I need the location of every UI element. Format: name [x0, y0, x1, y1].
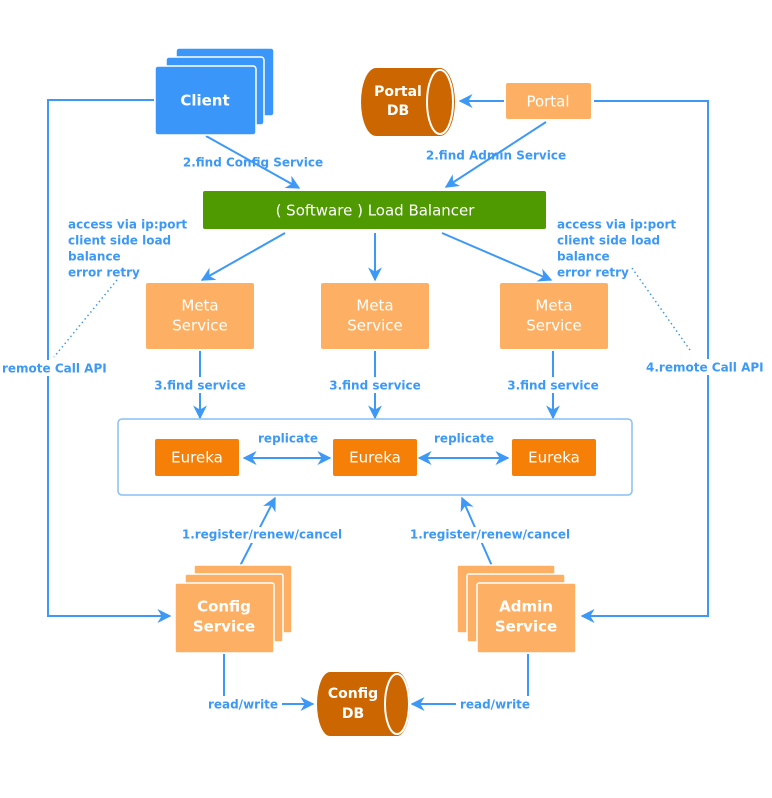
right-note-line-1: access via ip:port: [557, 218, 676, 232]
meta-service-node-2: Meta Service: [321, 283, 429, 349]
right-note-line-4: error retry: [557, 266, 629, 280]
left-note-line-3: balance: [68, 250, 121, 264]
config-service-node: Config Service: [174, 564, 293, 654]
portal-db-node: Portal DB: [361, 68, 455, 136]
admin-service-label-line1: Admin: [499, 598, 553, 616]
meta-service-3-label-line2: Service: [526, 317, 581, 335]
left-note: access via ip:port client side load bala…: [68, 218, 187, 280]
left-note-dotted-line: [53, 279, 118, 358]
config-service-label-line2: Service: [193, 618, 255, 636]
meta-service-2-label-line2: Service: [347, 317, 402, 335]
meta-service-1-label-line2: Service: [172, 317, 227, 335]
eureka-node-3: Eureka: [512, 439, 596, 476]
left-note-line-2: client side load: [68, 234, 171, 248]
find-service-label-1: 3.find service: [154, 379, 246, 393]
left-note-line-1: access via ip:port: [68, 218, 187, 232]
portal-db-label-line2: DB: [387, 103, 409, 119]
eureka-1-label: Eureka: [171, 449, 223, 467]
eureka-2-label: Eureka: [349, 449, 401, 467]
remote-call-api-right-label: 4.remote Call API: [646, 361, 764, 375]
client-label: Client: [180, 92, 229, 110]
eureka-node-2: Eureka: [333, 439, 417, 476]
lb-to-meta1-arrow: [200, 232, 286, 281]
connectors: [47, 94, 709, 711]
meta-service-3-label-line1: Meta: [535, 297, 572, 315]
right-note-dotted-line: [631, 267, 691, 351]
portal-to-admin-service-line: [580, 100, 709, 623]
meta-service-node-3: Meta Service: [500, 283, 608, 349]
portal-label: Portal: [526, 93, 569, 111]
config-register-label: 1.register/renew/cancel: [182, 528, 342, 542]
config-db-label-line2: DB: [342, 706, 364, 722]
config-service-label-line1: Config: [197, 598, 251, 616]
load-balancer-label: ( Software ) Load Balancer: [276, 202, 476, 220]
config-readwrite-label: read/write: [208, 698, 278, 712]
portal-db-label-line1: Portal: [374, 84, 422, 100]
client-node: Client: [154, 47, 275, 136]
admin-readwrite-label: read/write: [460, 698, 530, 712]
admin-register-label: 1.register/renew/cancel: [410, 528, 570, 542]
right-note-line-3: balance: [557, 250, 610, 264]
client-to-config-service-line: [47, 99, 172, 623]
replicate-label-1: replicate: [258, 432, 318, 446]
admin-service-label-line2: Service: [495, 618, 557, 636]
meta-service-node-1: Meta Service: [146, 283, 254, 349]
apollo-architecture-diagram: Client Portal DB Portal 2.find Config Se…: [0, 47, 770, 736]
config-db-label-line1: Config: [328, 686, 378, 702]
right-note: access via ip:port client side load bala…: [557, 218, 676, 280]
lb-to-meta3-arrow: [441, 232, 553, 282]
meta-service-1-label-line1: Meta: [181, 297, 218, 315]
right-note-line-2: client side load: [557, 234, 660, 248]
admin-service-node: Admin Service: [456, 564, 577, 654]
portal-node: Portal: [506, 83, 591, 119]
eureka-3-label: Eureka: [528, 449, 580, 467]
replicate-label-2: replicate: [434, 432, 494, 446]
find-config-service-label: 2.find Config Service: [183, 156, 323, 170]
left-note-line-4: error retry: [68, 266, 140, 280]
eureka-node-1: Eureka: [155, 439, 239, 476]
load-balancer-node: ( Software ) Load Balancer: [203, 191, 546, 229]
meta-service-2-label-line1: Meta: [356, 297, 393, 315]
find-service-label-3: 3.find service: [507, 379, 599, 393]
find-admin-service-label: 2.find Admin Service: [426, 149, 566, 163]
find-service-label-2: 3.find service: [329, 379, 421, 393]
remote-call-api-left-label: remote Call API: [2, 362, 107, 376]
config-db-node: Config DB: [317, 672, 410, 736]
